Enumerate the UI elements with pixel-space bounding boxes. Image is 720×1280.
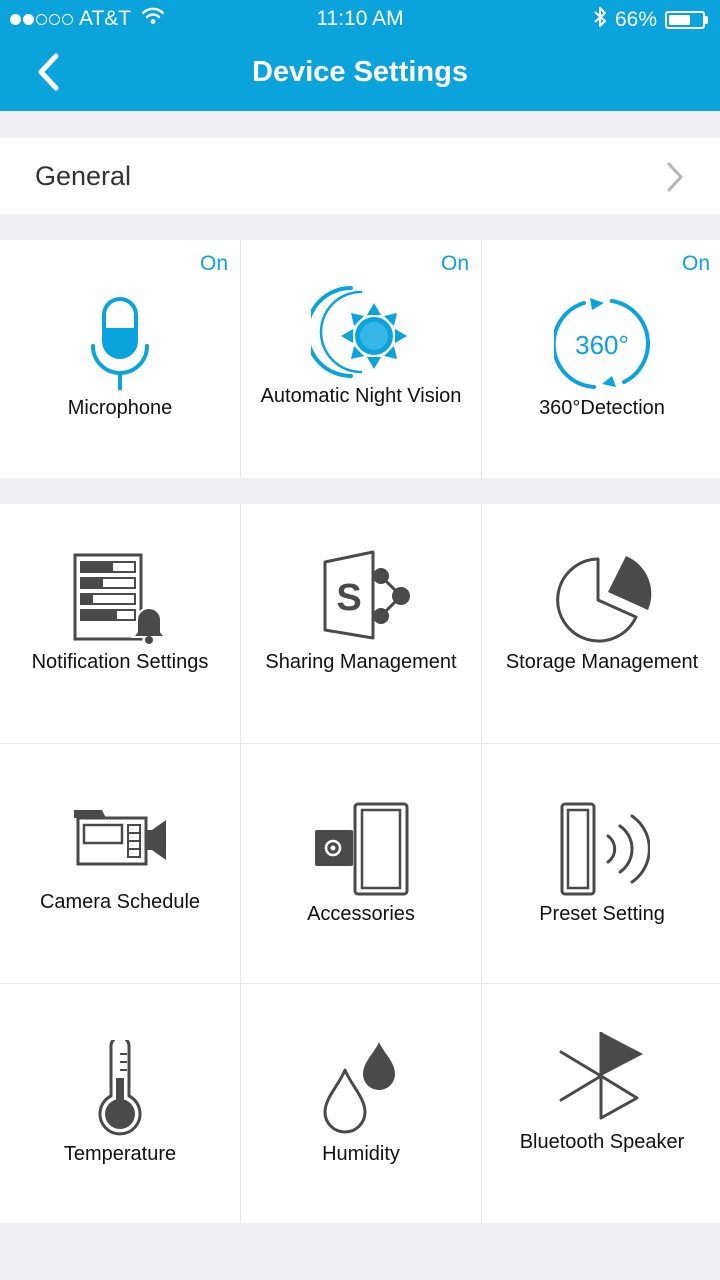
microphone-icon: [90, 296, 150, 397]
tile-label: Sharing Management: [265, 651, 457, 673]
tile-label: Humidity: [322, 1143, 400, 1165]
storage-management-tile[interactable]: Storage Management: [482, 504, 720, 743]
status-label: On: [199, 252, 228, 275]
tile-label: 360°Detection: [539, 397, 665, 419]
general-label: General: [35, 161, 132, 191]
night-vision-tile[interactable]: On Automatic Night Vision: [241, 240, 481, 478]
settings-grid: Notification Settings S Sharing Manageme…: [0, 504, 720, 1223]
status-bar: AT&T 11:10 AM 66%: [0, 0, 720, 38]
storage-pie-icon: [552, 552, 652, 649]
chevron-right-icon: [666, 162, 684, 197]
camera-schedule-tile[interactable]: Camera Schedule: [0, 744, 240, 983]
temperature-tile[interactable]: Temperature: [0, 984, 240, 1223]
tile-label: Preset Setting: [539, 903, 665, 925]
notification-settings-icon: [72, 552, 168, 649]
tile-label: Accessories: [307, 903, 415, 925]
tile-label: Microphone: [67, 397, 173, 419]
360-detection-tile[interactable]: On 360° 360°Detection: [482, 240, 720, 478]
tile-label: Temperature: [63, 1143, 177, 1165]
app-header: AT&T 11:10 AM 66% Device Settings: [0, 0, 720, 111]
svg-text:360°: 360°: [575, 330, 629, 360]
accessories-tile[interactable]: Accessories: [241, 744, 481, 983]
notification-settings-tile[interactable]: Notification Settings: [0, 504, 240, 743]
microphone-tile[interactable]: On Microphone: [0, 240, 240, 478]
tile-label: Bluetooth Speaker: [519, 1131, 685, 1153]
battery-nub: [705, 16, 708, 24]
status-label: On: [681, 252, 710, 275]
battery-fill: [669, 15, 690, 25]
sharing-management-tile[interactable]: S Sharing Management: [241, 504, 481, 743]
tile-label: Automatic Night Vision: [260, 385, 462, 407]
night-vision-icon: [305, 286, 411, 383]
status-label: On: [440, 252, 469, 275]
page-title: Device Settings: [252, 56, 468, 88]
tile-label: Storage Management: [505, 651, 699, 673]
general-row[interactable]: General: [0, 138, 720, 214]
status-right: 66%: [593, 6, 708, 34]
humidity-tile[interactable]: Humidity: [241, 984, 481, 1223]
360-detection-icon: 360°: [551, 296, 650, 397]
battery-body: [665, 11, 705, 29]
bluetooth-speaker-icon: [557, 1030, 647, 1127]
thermometer-icon: [95, 1035, 145, 1143]
battery-percentage: 66%: [614, 8, 657, 31]
battery-icon: [665, 11, 708, 29]
preset-setting-tile[interactable]: Preset Setting: [482, 744, 720, 983]
bluetooth-speaker-tile[interactable]: Bluetooth Speaker: [482, 984, 720, 1223]
camera-schedule-icon: [72, 806, 168, 875]
bluetooth-status-icon: [593, 6, 607, 34]
accessories-icon: [313, 802, 409, 901]
tile-label: Notification Settings: [31, 651, 209, 673]
humidity-icon: [321, 1040, 401, 1143]
tile-label: Camera Schedule: [39, 891, 201, 913]
svg-text:S: S: [336, 577, 361, 619]
sharing-icon: S: [311, 550, 411, 647]
feature-grid: On Microphone On Automatic Night Vision …: [0, 240, 720, 478]
preset-icon: [554, 802, 651, 901]
